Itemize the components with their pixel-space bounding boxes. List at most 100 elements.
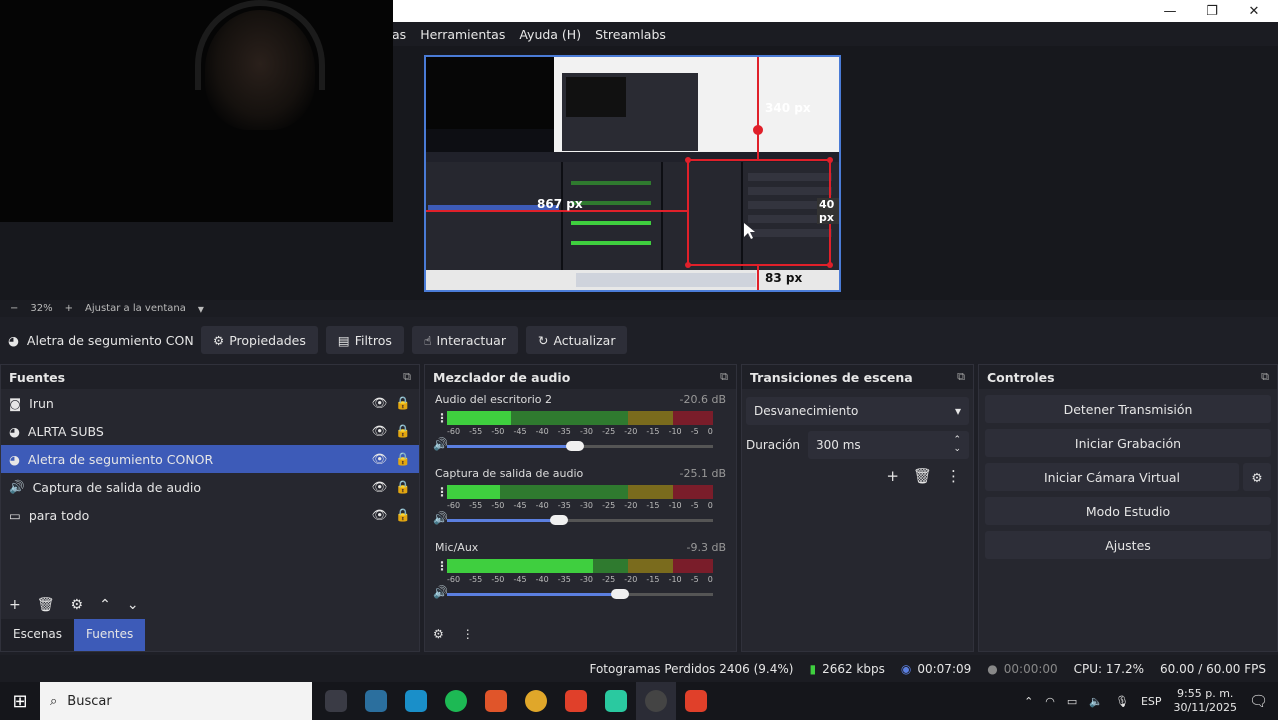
meter-ticks: -60 -55 -50 -45 -40 -35 -30 -25 -20 -15 -10 -5 0 (447, 575, 713, 584)
obs-icon[interactable] (636, 682, 676, 720)
virtual-camera-settings-icon[interactable]: ⚙ (1243, 463, 1271, 491)
mute-speaker-icon[interactable]: 🔊 (433, 511, 448, 525)
more-options-icon[interactable]: ⋮ (946, 467, 961, 485)
notifications-icon[interactable]: 🗨 (1249, 692, 1268, 710)
source-row-irun[interactable]: ◙ Irun 👁 🔒 (1, 389, 419, 417)
taskbar-app-2-icon[interactable] (396, 682, 436, 720)
tray-chevron-icon[interactable]: ⌃ (1024, 695, 1033, 708)
tick-label: -55 (469, 501, 483, 510)
start-virtual-camera-button[interactable]: Iniciar Cámara Virtual (985, 463, 1239, 491)
volume-slider-knob[interactable] (565, 441, 584, 451)
undock-icon[interactable]: ⧉ (720, 370, 728, 384)
spin-arrows-icon[interactable]: ⌃ ⌄ (953, 436, 961, 454)
trash-icon[interactable]: 🗑 (913, 467, 932, 485)
clock[interactable]: 9:55 p. m. 30/11/2025 (1174, 687, 1237, 715)
undock-icon[interactable]: ⧉ (403, 370, 411, 384)
task-view-icon[interactable] (316, 682, 356, 720)
source-row-audio-capture[interactable]: 🔊 Captura de salida de audio 👁 🔒 (1, 473, 419, 501)
eye-icon[interactable]: 👁 (372, 395, 388, 411)
eye-icon[interactable]: 👁 (372, 451, 388, 467)
annotation-340px: 340 px (765, 101, 811, 115)
volume-slider[interactable] (447, 589, 713, 599)
microphone-icon[interactable]: 🎙 (1115, 695, 1129, 708)
stream-icon: ◉ (900, 661, 912, 676)
brave-icon-2[interactable] (676, 682, 716, 720)
zoom-dropdown-icon[interactable]: ▾ (198, 302, 204, 316)
trash-icon[interactable]: 🗑 (37, 597, 55, 613)
lock-icon[interactable]: 🔒 (395, 395, 411, 411)
interact-button[interactable]: ☝ Interactuar (411, 326, 518, 354)
chrome-icon[interactable] (516, 682, 556, 720)
start-recording-button[interactable]: Iniciar Grabación (985, 429, 1271, 457)
source-label: Aletra de segumiento CONOR (27, 451, 214, 467)
stream-time: 00:07:09 (917, 661, 972, 676)
brave-icon[interactable] (556, 682, 596, 720)
undock-icon[interactable]: ⧉ (1261, 370, 1269, 384)
advanced-audio-icon[interactable]: ⚙ (433, 627, 444, 641)
more-options-icon[interactable]: ⋮ (462, 627, 474, 641)
volume-slider-knob[interactable] (549, 515, 568, 525)
volume-icon[interactable]: 🔈 (1089, 695, 1103, 708)
zoom-out-button[interactable]: − (10, 303, 18, 314)
volume-slider-knob[interactable] (610, 589, 629, 599)
lock-icon[interactable]: 🔒 (395, 423, 411, 439)
add-icon[interactable]: + (9, 597, 21, 613)
taskbar-app-green-icon[interactable] (596, 682, 636, 720)
mute-speaker-icon[interactable]: 🔊 (433, 437, 448, 451)
minimize-button[interactable]: — (1150, 0, 1190, 22)
duration-spinbox[interactable]: 300 ms ⌃ ⌄ (808, 431, 969, 459)
settings-button[interactable]: Ajustes (985, 531, 1271, 559)
volume-slider[interactable] (447, 515, 713, 525)
monitor-icon: ▭ (9, 507, 21, 523)
refresh-button[interactable]: ↻ Actualizar (525, 326, 628, 354)
source-row-para-todo[interactable]: ▭ para todo 👁 🔒 (1, 501, 419, 529)
language-indicator[interactable]: ESP (1141, 695, 1162, 708)
lock-icon[interactable]: 🔒 (395, 507, 411, 523)
mixer-header: Mezclador de audio ⧉ (425, 365, 736, 389)
lock-icon[interactable]: 🔒 (395, 479, 411, 495)
meter-ticks: -60 -55 -50 -45 -40 -35 -30 -25 -20 -15 -10 -5 0 (447, 501, 713, 510)
source-row-alrta-subs[interactable]: ◕ ALRTA SUBS 👁 🔒 (1, 417, 419, 445)
menu-item-tools[interactable]: Herramientas (420, 27, 505, 42)
add-icon[interactable]: + (886, 467, 899, 485)
maximize-button[interactable]: ❐ (1192, 0, 1232, 22)
lock-icon[interactable]: 🔒 (395, 451, 411, 467)
fit-window-label[interactable]: Ajustar a la ventana (85, 303, 186, 314)
program-preview[interactable]: 340 px 867 px 40 px 83 px (424, 55, 841, 292)
close-button[interactable]: ✕ (1234, 0, 1274, 22)
studio-mode-button[interactable]: Modo Estudio (985, 497, 1271, 525)
filter-icon: ▤ (337, 332, 350, 348)
move-up-icon[interactable]: ⌃ (99, 597, 111, 613)
move-down-icon[interactable]: ⌄ (127, 597, 139, 613)
properties-button[interactable]: ⚙ Propiedades (201, 326, 318, 354)
spotify-icon[interactable] (436, 682, 476, 720)
menu-item-streamlabs[interactable]: Streamlabs (595, 27, 666, 42)
eye-icon[interactable]: 👁 (372, 507, 388, 523)
eye-icon[interactable]: 👁 (372, 479, 388, 495)
taskbar-search[interactable]: ⌕ Buscar (40, 682, 312, 720)
source-row-aletra[interactable]: ◕ Aletra de segumiento CONOR 👁 🔒 (1, 445, 419, 473)
filters-button[interactable]: ▤ Filtros (325, 326, 404, 354)
wifi-icon[interactable]: ◠ (1045, 695, 1055, 708)
annotation-83px: 83 px (765, 271, 803, 285)
taskbar-app-1-icon[interactable] (356, 682, 396, 720)
start-button[interactable]: ⊞ (0, 682, 40, 720)
tab-scenes[interactable]: Escenas (1, 619, 75, 651)
volume-slider[interactable] (447, 441, 713, 451)
stop-stream-button[interactable]: Detener Transmisión (985, 395, 1271, 423)
undock-icon[interactable]: ⧉ (957, 370, 965, 384)
taskbar-app-orange-icon[interactable] (476, 682, 516, 720)
tick-label: -35 (557, 427, 571, 436)
menu-item-partial[interactable]: as (392, 27, 406, 42)
battery-icon[interactable]: ▭ (1067, 695, 1077, 708)
filters-label: Filtros (354, 332, 392, 348)
menu-item-help[interactable]: Ayuda (H) (519, 27, 581, 42)
transition-select[interactable]: Desvanecimiento ▾ (746, 397, 969, 425)
zoom-in-button[interactable]: + (65, 303, 73, 314)
mute-speaker-icon[interactable]: 🔊 (433, 585, 448, 599)
gear-icon[interactable]: ⚙ (71, 597, 84, 613)
eye-icon[interactable]: 👁 (372, 423, 388, 439)
tab-sources[interactable]: Fuentes (74, 619, 146, 651)
interact-label: Interactuar (436, 332, 506, 348)
meter-level (447, 485, 501, 499)
